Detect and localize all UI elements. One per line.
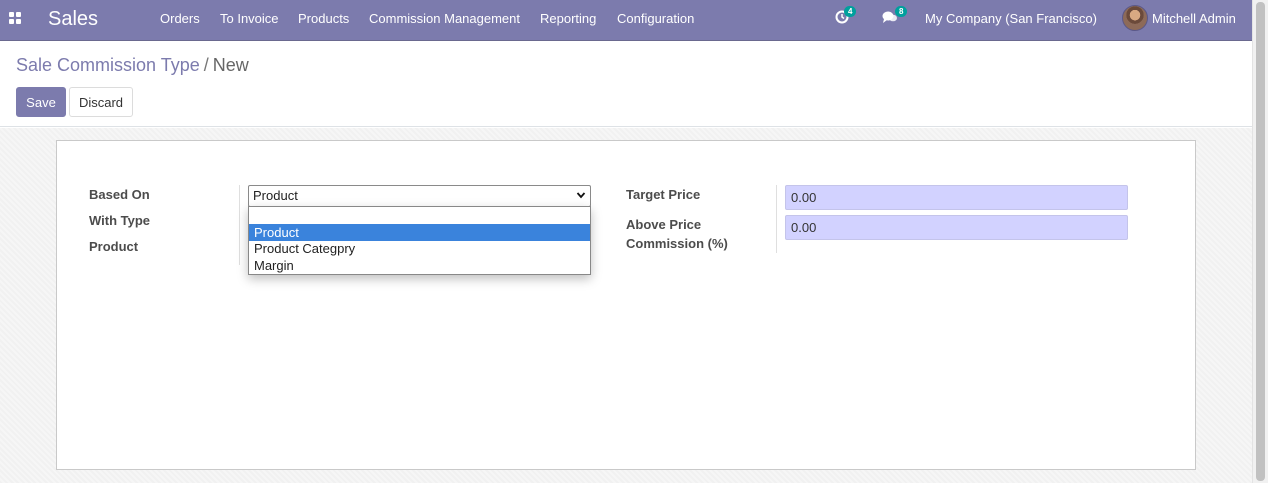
target-price-input[interactable]: 0.00: [785, 185, 1128, 210]
above-price-label-line2: Commission (%): [626, 236, 728, 251]
with-type-label: With Type: [89, 213, 151, 228]
menu-commission-management[interactable]: Commission Management: [369, 11, 520, 26]
breadcrumb-parent[interactable]: Sale Commission Type: [16, 55, 200, 75]
menu-to-invoice[interactable]: To Invoice: [220, 11, 279, 26]
target-price-label: Target Price: [626, 187, 701, 202]
breadcrumb: Sale Commission Type / New: [16, 55, 249, 76]
based-on-select[interactable]: Product: [248, 185, 591, 207]
apps-menu-icon[interactable]: [9, 12, 23, 26]
right-label-divider: [776, 185, 777, 253]
breadcrumb-current: New: [212, 55, 249, 75]
above-price-commission-input[interactable]: 0.00: [785, 215, 1128, 240]
based-on-selected-value: Product: [253, 188, 298, 203]
product-label: Product: [89, 239, 139, 254]
company-switcher[interactable]: My Company (San Francisco): [925, 11, 1097, 26]
message-count-badge: 8: [895, 6, 908, 17]
dropdown-option-empty[interactable]: [249, 208, 590, 225]
menu-products[interactable]: Products: [298, 11, 349, 26]
control-panel: Sale Commission Type / New Save Discard: [0, 41, 1252, 127]
based-on-dropdown-list: Product Product Categpry Margin: [248, 206, 591, 275]
menu-reporting[interactable]: Reporting: [540, 11, 596, 26]
app-name[interactable]: Sales: [48, 8, 98, 31]
based-on-label: Based On: [89, 187, 150, 202]
scrollbar-thumb[interactable]: [1256, 2, 1265, 481]
label-divider: [239, 185, 240, 265]
user-menu[interactable]: Mitchell Admin: [1152, 11, 1236, 26]
top-navbar: Sales Orders To Invoice Products Commiss…: [0, 0, 1252, 41]
messages-chat-icon[interactable]: 8: [882, 6, 908, 26]
form-view-background: Based On With Type Product Product Produ…: [0, 128, 1252, 483]
discard-button[interactable]: Discard: [69, 87, 133, 117]
dropdown-option-product-category[interactable]: Product Categpry: [249, 240, 590, 257]
vertical-scrollbar[interactable]: [1252, 0, 1268, 483]
breadcrumb-separator: /: [203, 55, 209, 75]
chevron-down-icon: [576, 192, 586, 199]
above-price-label-line1: Above Price: [626, 217, 702, 232]
activity-clock-icon[interactable]: 4: [835, 6, 857, 26]
user-avatar[interactable]: [1122, 5, 1148, 31]
dropdown-option-product[interactable]: Product: [249, 224, 590, 241]
menu-configuration[interactable]: Configuration: [617, 11, 694, 26]
form-sheet: Based On With Type Product Product Produ…: [56, 140, 1196, 470]
activity-count-badge: 4: [844, 6, 857, 17]
dropdown-option-margin[interactable]: Margin: [249, 257, 590, 274]
save-button[interactable]: Save: [16, 87, 66, 117]
menu-orders[interactable]: Orders: [160, 11, 200, 26]
